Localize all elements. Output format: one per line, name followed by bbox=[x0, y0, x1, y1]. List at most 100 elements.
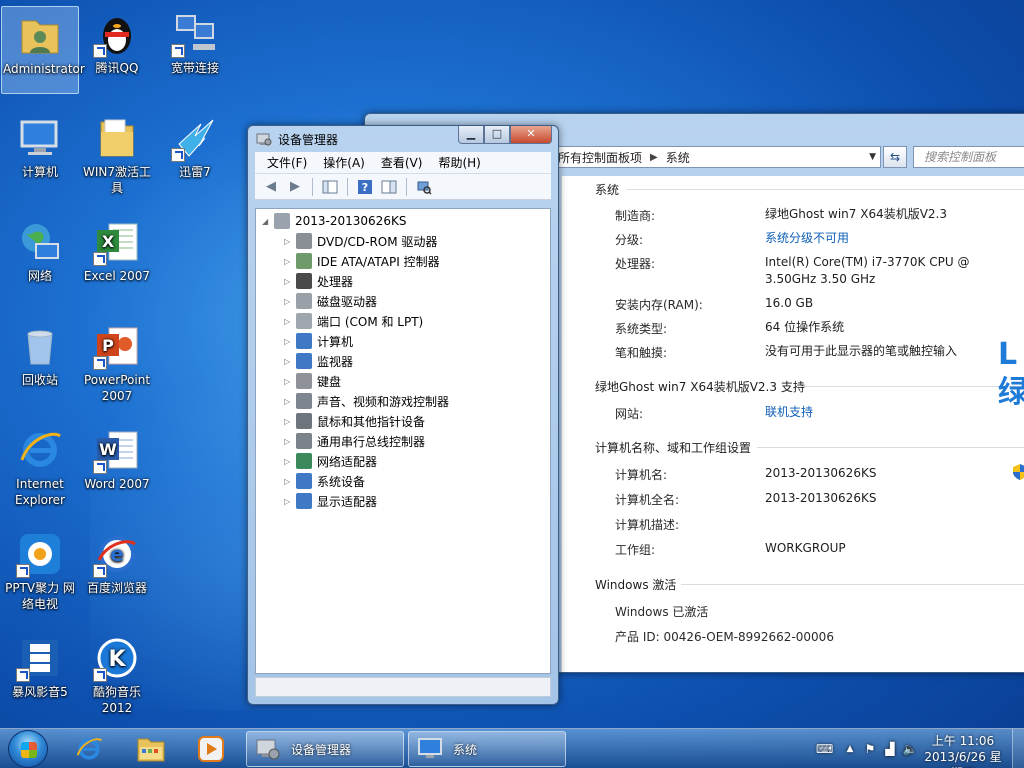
expand-arrow-icon[interactable]: ▷ bbox=[284, 357, 294, 366]
expand-arrow-icon[interactable]: ▷ bbox=[284, 477, 294, 486]
device-category[interactable]: ▷ 监视器 bbox=[284, 351, 353, 371]
network-status-icon[interactable]: ▟ bbox=[882, 741, 898, 757]
refresh-button[interactable]: ⇆ bbox=[883, 146, 907, 168]
device-category-label: 处理器 bbox=[317, 274, 354, 289]
device-category[interactable]: ▷ 通用串行总线控制器 bbox=[284, 431, 425, 451]
user-folder-icon bbox=[16, 11, 64, 59]
internet-explorer-icon bbox=[16, 426, 64, 474]
pinned-explorer[interactable] bbox=[126, 732, 176, 766]
scan-hardware-button[interactable] bbox=[414, 178, 434, 196]
expand-arrow-icon[interactable]: ▷ bbox=[284, 237, 294, 246]
word-icon: W bbox=[93, 426, 141, 474]
expand-arrow-icon[interactable]: ▷ bbox=[284, 297, 294, 306]
device-category[interactable]: ▷ 网络适配器 bbox=[284, 451, 377, 471]
taskbar-task-device-manager[interactable]: 设备管理器 bbox=[246, 731, 404, 767]
desktop-icon-word[interactable]: W Word 2007 bbox=[78, 422, 156, 492]
device-category[interactable]: ▷ 显示适配器 bbox=[284, 491, 377, 511]
volume-icon[interactable]: 🔈 bbox=[902, 741, 918, 757]
close-button[interactable]: ✕ bbox=[510, 126, 552, 144]
desktop-icon-computer[interactable]: 计算机 bbox=[1, 110, 79, 180]
expand-arrow-icon[interactable]: ▷ bbox=[284, 397, 294, 406]
device-tree[interactable]: ◢ 2013-20130626KS ▷ DVD/CD-ROM 驱动器 ▷ IDE AT… bbox=[255, 208, 551, 674]
online-support-link[interactable]: 联机支持 bbox=[765, 404, 813, 421]
uac-shield-icon[interactable] bbox=[1013, 464, 1024, 480]
rating-link[interactable]: 系统分级不可用 bbox=[765, 230, 849, 247]
desktop-icon-internet-explorer[interactable]: Internet Explorer bbox=[1, 422, 79, 508]
device-category-label: 端口 (COM 和 LPT) bbox=[317, 314, 424, 329]
expand-arrow-icon[interactable]: ▷ bbox=[284, 417, 294, 426]
expand-arrow-icon[interactable]: ▷ bbox=[284, 317, 294, 326]
menu-file[interactable]: 文件(F) bbox=[259, 154, 315, 171]
taskbar-task-system[interactable]: 系统 bbox=[408, 731, 566, 767]
device-category[interactable]: ▷ DVD/CD-ROM 驱动器 bbox=[284, 231, 437, 251]
toolbar-separator bbox=[406, 177, 407, 196]
desktop-icon-broadband[interactable]: 宽带连接 bbox=[156, 6, 234, 76]
back-button[interactable]: ◀ bbox=[261, 178, 281, 196]
device-category[interactable]: ▷ 鼠标和其他指针设备 bbox=[284, 411, 425, 431]
desktop-icon-powerpoint[interactable]: P PowerPoint 2007 bbox=[78, 318, 156, 404]
device-category[interactable]: ▷ 计算机 bbox=[284, 331, 353, 351]
expand-arrow-icon[interactable]: ▷ bbox=[284, 377, 294, 386]
properties-button[interactable] bbox=[379, 178, 399, 196]
help-button[interactable]: ? bbox=[355, 178, 375, 196]
expand-arrow-icon[interactable]: ▷ bbox=[284, 257, 294, 266]
expand-arrow-icon[interactable]: ▷ bbox=[284, 277, 294, 286]
breadcrumb-item-system[interactable]: 系统 bbox=[666, 149, 690, 166]
processor-label: 处理器: bbox=[615, 257, 656, 271]
svg-text:X: X bbox=[102, 232, 115, 251]
menu-help[interactable]: 帮助(H) bbox=[430, 154, 488, 171]
pinned-internet-explorer[interactable] bbox=[64, 732, 114, 766]
window-title: 设备管理器 bbox=[278, 132, 339, 147]
device-category[interactable]: ▷ 系统设备 bbox=[284, 471, 365, 491]
properties-icon bbox=[381, 180, 397, 193]
desktop-icon-excel[interactable]: X Excel 2007 bbox=[78, 214, 156, 284]
show-hide-console-tree-button[interactable] bbox=[320, 178, 340, 196]
collapse-arrow-icon[interactable]: ◢ bbox=[262, 217, 272, 226]
chevron-right-icon: ▶ bbox=[650, 151, 658, 163]
desktop-icon-network[interactable]: 网络 bbox=[1, 214, 79, 284]
toolbar-separator bbox=[347, 177, 348, 196]
keyboard-icon[interactable]: ⌨ bbox=[816, 741, 833, 757]
device-category[interactable]: ▷ 磁盘驱动器 bbox=[284, 291, 377, 311]
network-connection-icon bbox=[171, 10, 219, 58]
device-category[interactable]: ▷ 声音、视频和游戏控制器 bbox=[284, 391, 449, 411]
breadcrumb-item-control-panel[interactable]: 所有控制面板项 bbox=[558, 149, 642, 166]
device-category-label: 显示适配器 bbox=[317, 494, 378, 509]
search-input[interactable]: 搜索控制面板 bbox=[913, 146, 1024, 168]
device-category[interactable]: ▷ IDE ATA/ATAPI 控制器 bbox=[284, 251, 440, 271]
device-category[interactable]: ▷ 处理器 bbox=[284, 271, 353, 291]
desktop-icon-baidu-browser[interactable]: e 百度浏览器 bbox=[78, 526, 156, 596]
desktop-icon-thunder[interactable]: 迅雷7 bbox=[156, 110, 234, 180]
forward-button[interactable]: ▶ bbox=[285, 178, 305, 196]
desktop-icon-qq[interactable]: 腾讯QQ bbox=[78, 6, 156, 76]
show-desktop-button[interactable] bbox=[1012, 729, 1024, 768]
device-manager-window[interactable]: 设备管理器 ▁ □ ✕ 文件(F) 操作(A) 查看(V) 帮助(H) ◀ ▶ … bbox=[247, 125, 559, 705]
show-hidden-icons-icon[interactable]: ▲ bbox=[842, 741, 858, 757]
flag-icon[interactable]: ⚑ bbox=[862, 741, 878, 757]
start-button[interactable] bbox=[8, 730, 48, 768]
scan-hardware-icon bbox=[417, 181, 432, 195]
desktop-icon-baofeng[interactable]: 暴风影音5 bbox=[1, 630, 79, 700]
pinned-media-player[interactable] bbox=[186, 732, 236, 766]
device-category-icon bbox=[296, 373, 312, 389]
device-category[interactable]: ▷ 端口 (COM 和 LPT) bbox=[284, 311, 423, 331]
desktop-icon-administrator[interactable]: Administrator bbox=[1, 6, 85, 94]
desktop-icon-pptv[interactable]: PPTV聚力 网络电视 bbox=[1, 526, 79, 612]
menu-action[interactable]: 操作(A) bbox=[315, 154, 373, 171]
minimize-button[interactable]: ▁ bbox=[458, 126, 484, 144]
expand-arrow-icon[interactable]: ▷ bbox=[284, 437, 294, 446]
tree-root[interactable]: ◢ 2013-20130626KS bbox=[262, 211, 406, 231]
expand-arrow-icon[interactable]: ▷ bbox=[284, 457, 294, 466]
expand-arrow-icon[interactable]: ▷ bbox=[284, 337, 294, 346]
desktop-icon-win7-activator[interactable]: WIN7激活工具 bbox=[78, 110, 156, 196]
menu-view[interactable]: 查看(V) bbox=[373, 154, 431, 171]
desktop-icon-label: WIN7激活工具 bbox=[82, 165, 152, 195]
device-category[interactable]: ▷ 键盘 bbox=[284, 371, 341, 391]
clock[interactable]: 上午 11:06 2013/6/26 星期三 bbox=[920, 733, 1006, 768]
expand-arrow-icon[interactable]: ▷ bbox=[284, 497, 294, 506]
chevron-down-icon[interactable]: ▼ bbox=[869, 152, 876, 162]
desktop-icon-kugou[interactable]: K 酷狗音乐 2012 bbox=[78, 630, 156, 716]
maximize-button[interactable]: □ bbox=[484, 126, 510, 144]
system-properties-panel bbox=[561, 176, 1024, 672]
desktop-icon-recycle-bin[interactable]: 回收站 bbox=[1, 318, 79, 388]
